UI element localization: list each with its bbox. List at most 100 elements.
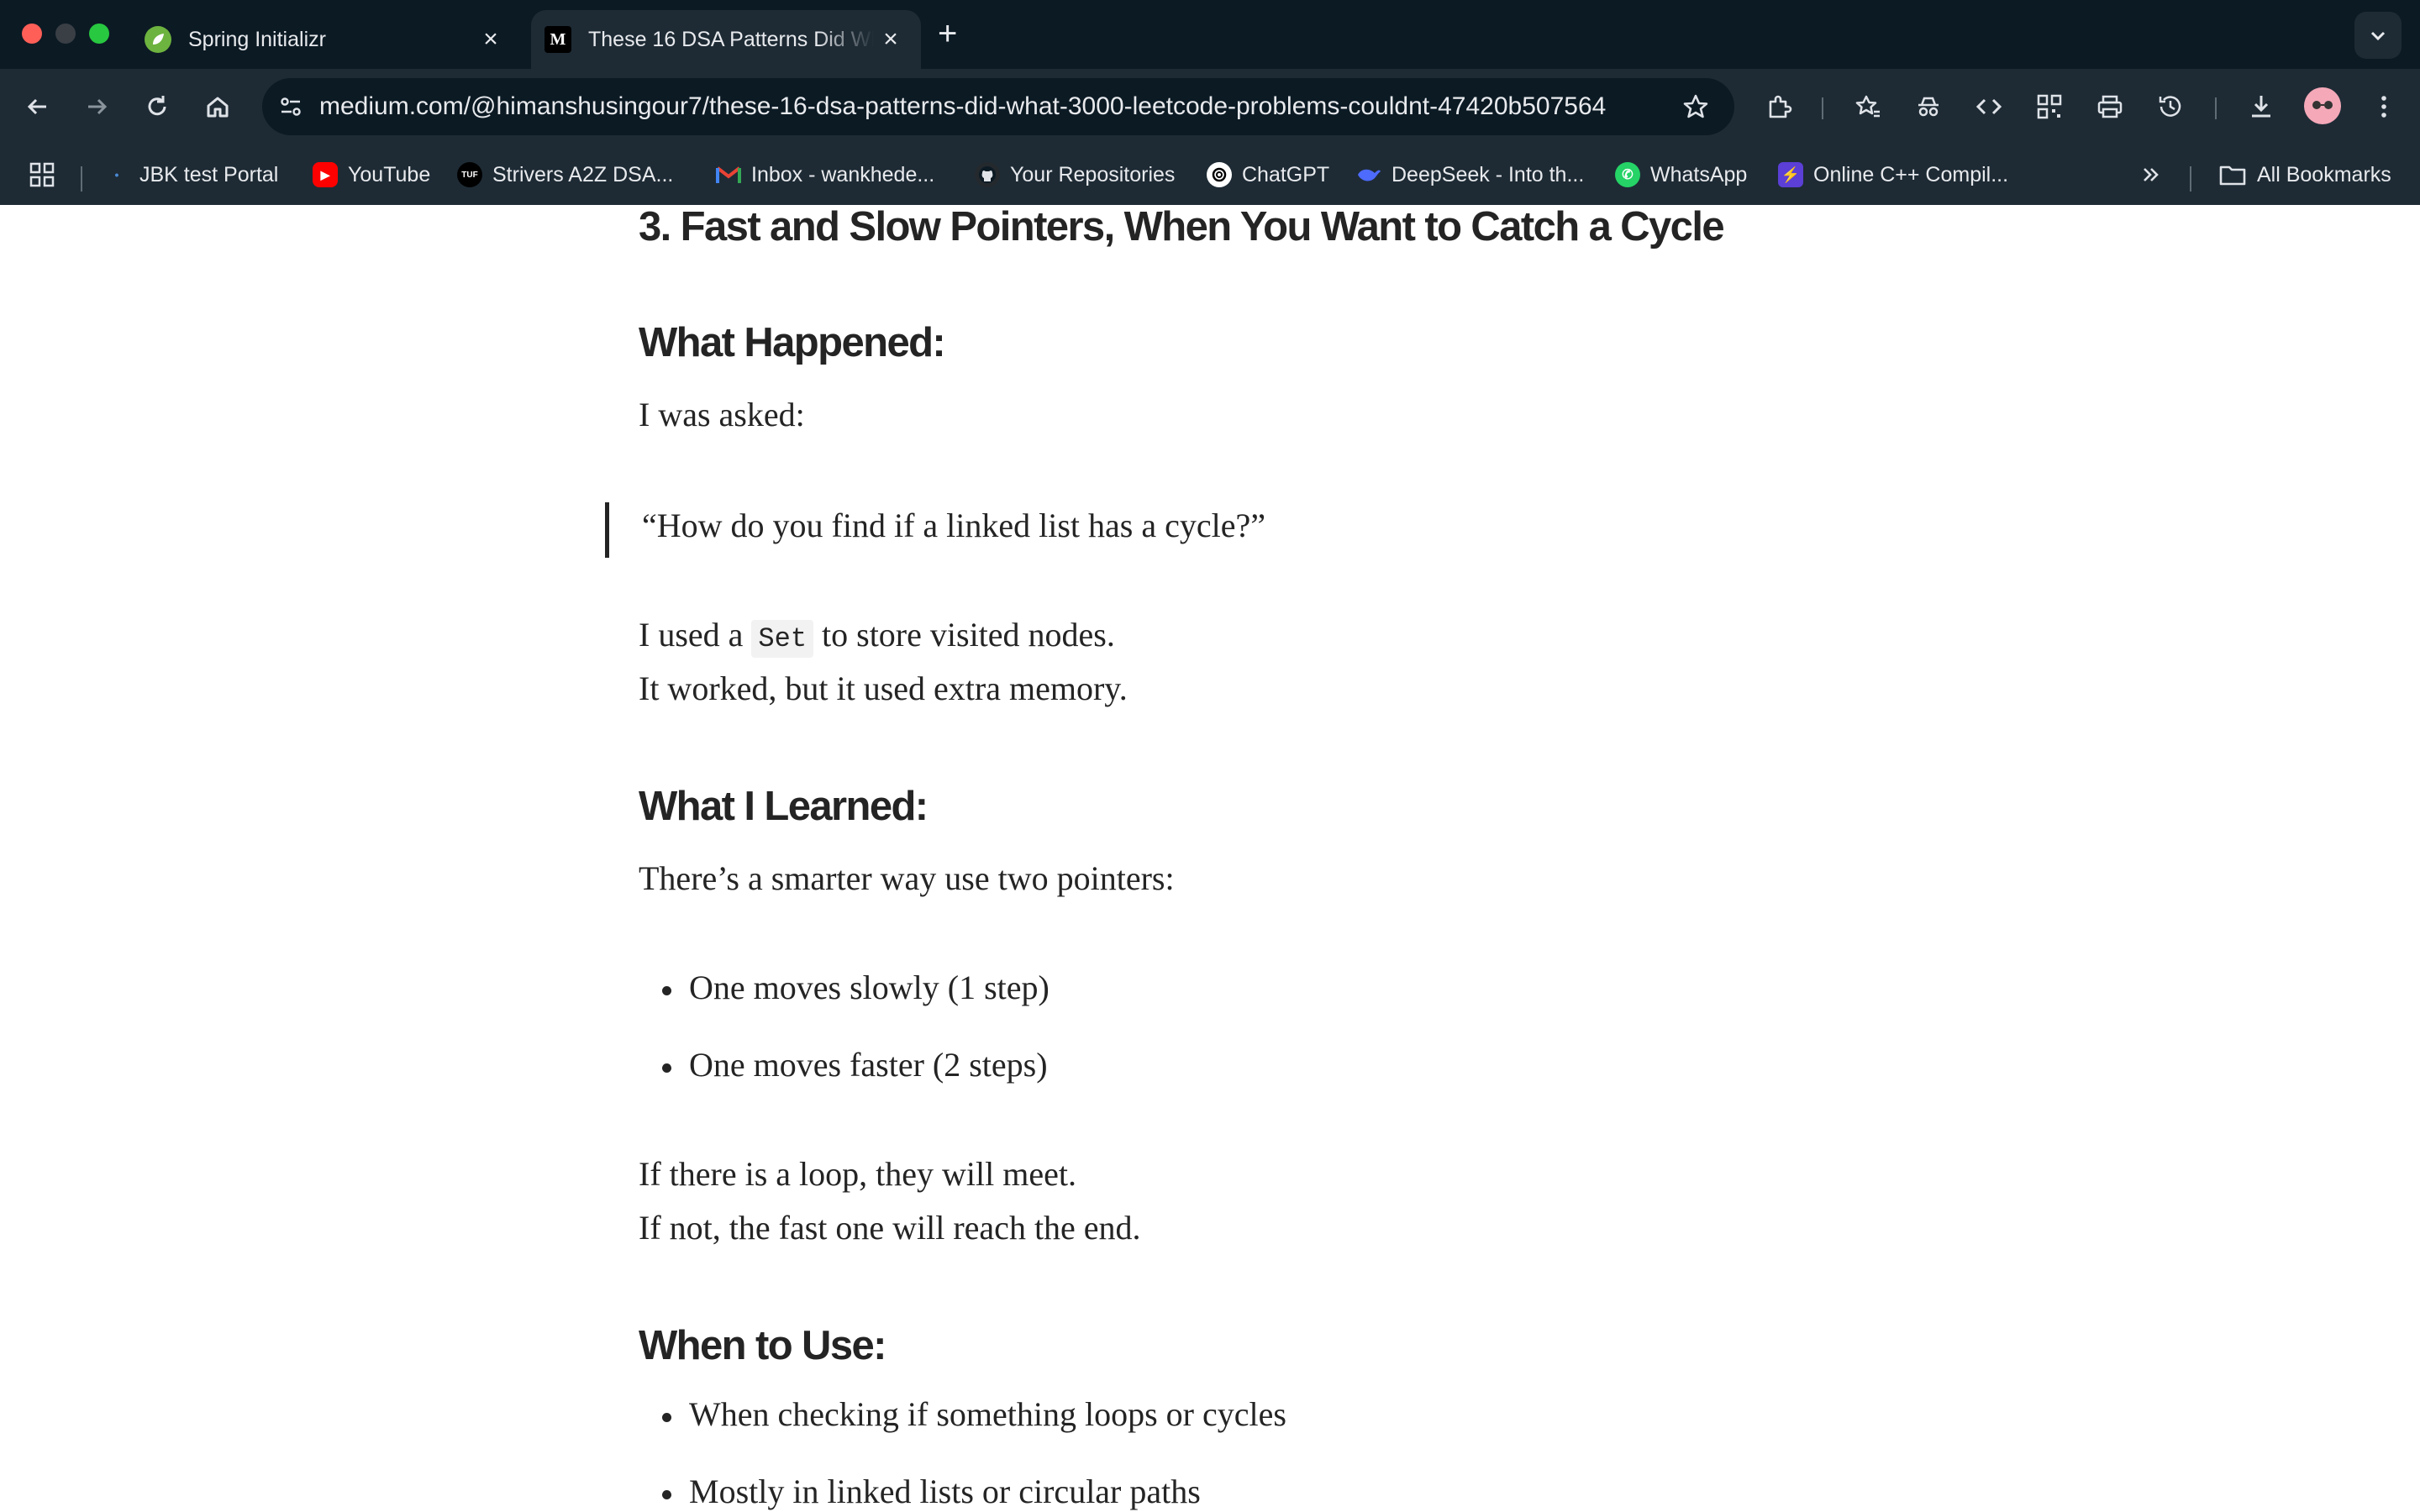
- bookmark-label: JBK test Portal: [139, 162, 279, 186]
- site-info-icon[interactable]: [274, 90, 308, 123]
- double-chevron-right-icon: [2144, 168, 2159, 181]
- blockquote-text: “How do you find if a linked list has a …: [642, 507, 1265, 544]
- paragraph: There’s a smarter way use two pointers:: [639, 859, 1175, 897]
- section-heading: 3. Fast and Slow Pointers, When You Want…: [639, 205, 1725, 249]
- bookmark-deepseek[interactable]: DeepSeek - Into th...: [1356, 156, 1584, 193]
- list-item: When checking if something loops or cycl…: [662, 1395, 1286, 1433]
- paragraph: If not, the fast one will reach the end.: [639, 1209, 1141, 1247]
- paragraph-text: to store visited nodes.: [813, 616, 1115, 654]
- chatgpt-icon: [1207, 162, 1232, 187]
- bookmarks-manager-button[interactable]: [1849, 87, 1887, 126]
- chevron-down-icon: [2370, 31, 2386, 41]
- home-icon: [207, 97, 229, 118]
- inline-code: Set: [751, 620, 814, 658]
- devtools-button[interactable]: [1970, 87, 2008, 126]
- browser-toolbar: medium.com/@himanshusingour7/these-16-ds…: [0, 69, 2420, 144]
- tab-close-icon[interactable]: ×: [474, 25, 508, 54]
- bolt-icon: ⚡: [1778, 162, 1803, 187]
- bookmark-label: WhatsApp: [1650, 162, 1748, 186]
- list-item: Mostly in linked lists or circular paths: [662, 1473, 1201, 1510]
- arrow-right-icon: [88, 98, 108, 115]
- reload-icon: [148, 96, 166, 116]
- puzzle-icon: [1769, 95, 1792, 118]
- incognito-extension-button[interactable]: [1909, 87, 1948, 126]
- apps-button[interactable]: [29, 156, 55, 193]
- paragraph-with-code: I used a Set to store visited nodes.: [639, 615, 1115, 658]
- downloads-button[interactable]: [2242, 87, 2281, 126]
- bookmark-online-cpp-compiler[interactable]: ⚡ Online C++ Compil...: [1778, 156, 2008, 193]
- all-bookmarks-label: All Bookmarks: [2257, 162, 2391, 186]
- toolbar-divider: [2215, 97, 2217, 119]
- list-item: One moves slowly (1 step): [662, 969, 1050, 1006]
- bookmark-jbk-test-portal[interactable]: • JBK test Portal: [104, 156, 278, 193]
- more-bookmarks-button[interactable]: [2139, 156, 2163, 193]
- gmail-icon: [716, 162, 741, 187]
- qr-code-button[interactable]: [2030, 87, 2069, 126]
- profile-glasses-icon: [2306, 89, 2339, 123]
- new-tab-button[interactable]: +: [938, 15, 957, 52]
- bookmarks-divider: [2190, 166, 2191, 192]
- print-button[interactable]: [2091, 87, 2129, 126]
- bookmark-whatsapp[interactable]: ✆ WhatsApp: [1615, 156, 1747, 193]
- reload-button[interactable]: [138, 87, 176, 126]
- history-icon: [2159, 96, 2181, 117]
- bookmark-youtube[interactable]: ▶ YouTube: [313, 156, 430, 193]
- tab-title: These 16 DSA Patterns Did What 3000 Leet…: [588, 27, 874, 51]
- tab-strip: Spring Initializr × M These 16 DSA Patte…: [0, 0, 2420, 69]
- page-content: 3. Fast and Slow Pointers, When You Want…: [0, 205, 2420, 1512]
- paragraph: I was asked:: [639, 396, 805, 433]
- paragraph: It worked, but it used extra memory.: [639, 669, 1128, 707]
- bookmark-gmail-inbox[interactable]: Inbox - wankhede...: [716, 156, 934, 193]
- bookmark-label: DeepSeek - Into th...: [1392, 162, 1585, 186]
- url-text[interactable]: medium.com/@himanshusingour7/these-16-ds…: [319, 92, 1679, 121]
- folder-icon: [2219, 165, 2246, 186]
- blockquote-bar: [605, 502, 609, 558]
- code-brackets-icon: [1975, 98, 2002, 115]
- subheading-when-to-use: When to Use:: [639, 1323, 886, 1368]
- window-minimize-button[interactable]: [55, 24, 76, 44]
- youtube-icon: ▶: [313, 162, 338, 187]
- address-bar[interactable]: medium.com/@himanshusingour7/these-16-ds…: [262, 78, 1734, 135]
- toolbar-divider: [1822, 97, 1823, 119]
- bookmark-label: Online C++ Compil...: [1813, 162, 2009, 186]
- download-icon: [2252, 96, 2270, 118]
- tab-spring-initializr[interactable]: Spring Initializr ×: [134, 10, 521, 69]
- profile-avatar[interactable]: [2304, 87, 2341, 124]
- apps-grid-icon: [29, 162, 55, 187]
- tuf-icon: TUF: [457, 162, 482, 187]
- bookmark-strivers-a2z[interactable]: TUF Strivers A2Z DSA...: [457, 156, 673, 193]
- tab-title: Spring Initializr: [188, 27, 326, 51]
- tab-medium-article[interactable]: M These 16 DSA Patterns Did What 3000 Le…: [531, 10, 921, 69]
- window-maximize-button[interactable]: [89, 24, 109, 44]
- bookmark-label: ChatGPT: [1242, 162, 1330, 186]
- paragraph-text: I used a: [639, 616, 752, 654]
- back-button[interactable]: [18, 87, 57, 126]
- forward-button[interactable]: [77, 87, 116, 126]
- printer-icon: [2097, 95, 2123, 118]
- tab-search-button[interactable]: [2354, 12, 2402, 59]
- jbk-icon: •: [104, 162, 129, 187]
- bookmark-label: Your Repositories: [1010, 162, 1176, 186]
- browser-menu-button[interactable]: [2365, 87, 2403, 126]
- bookmark-star-icon[interactable]: [1679, 90, 1712, 123]
- bookmark-label: YouTube: [348, 162, 431, 186]
- extensions-button[interactable]: [1760, 87, 1798, 126]
- history-button[interactable]: [2151, 87, 2190, 126]
- home-button[interactable]: [198, 87, 237, 126]
- star-list-icon: [1855, 95, 1880, 118]
- bookmark-your-repositories[interactable]: Your Repositories: [975, 156, 1175, 193]
- incognito-icon: [1918, 97, 1939, 117]
- bookmark-chatgpt[interactable]: ChatGPT: [1207, 156, 1329, 193]
- bookmark-label: Strivers A2Z DSA...: [492, 162, 674, 186]
- github-icon: [975, 162, 1000, 187]
- medium-logo-icon: M: [544, 26, 571, 53]
- whatsapp-icon: ✆: [1615, 162, 1640, 187]
- bookmark-label: Inbox - wankhede...: [751, 162, 935, 186]
- paragraph: If there is a loop, they will meet.: [639, 1155, 1076, 1193]
- window-close-button[interactable]: [22, 24, 42, 44]
- all-bookmarks-button[interactable]: All Bookmarks: [2218, 156, 2391, 193]
- list-item: One moves faster (2 steps): [662, 1046, 1048, 1084]
- spring-leaf-icon: [145, 26, 171, 53]
- tab-close-icon[interactable]: ×: [874, 25, 908, 54]
- arrow-left-icon: [27, 98, 46, 115]
